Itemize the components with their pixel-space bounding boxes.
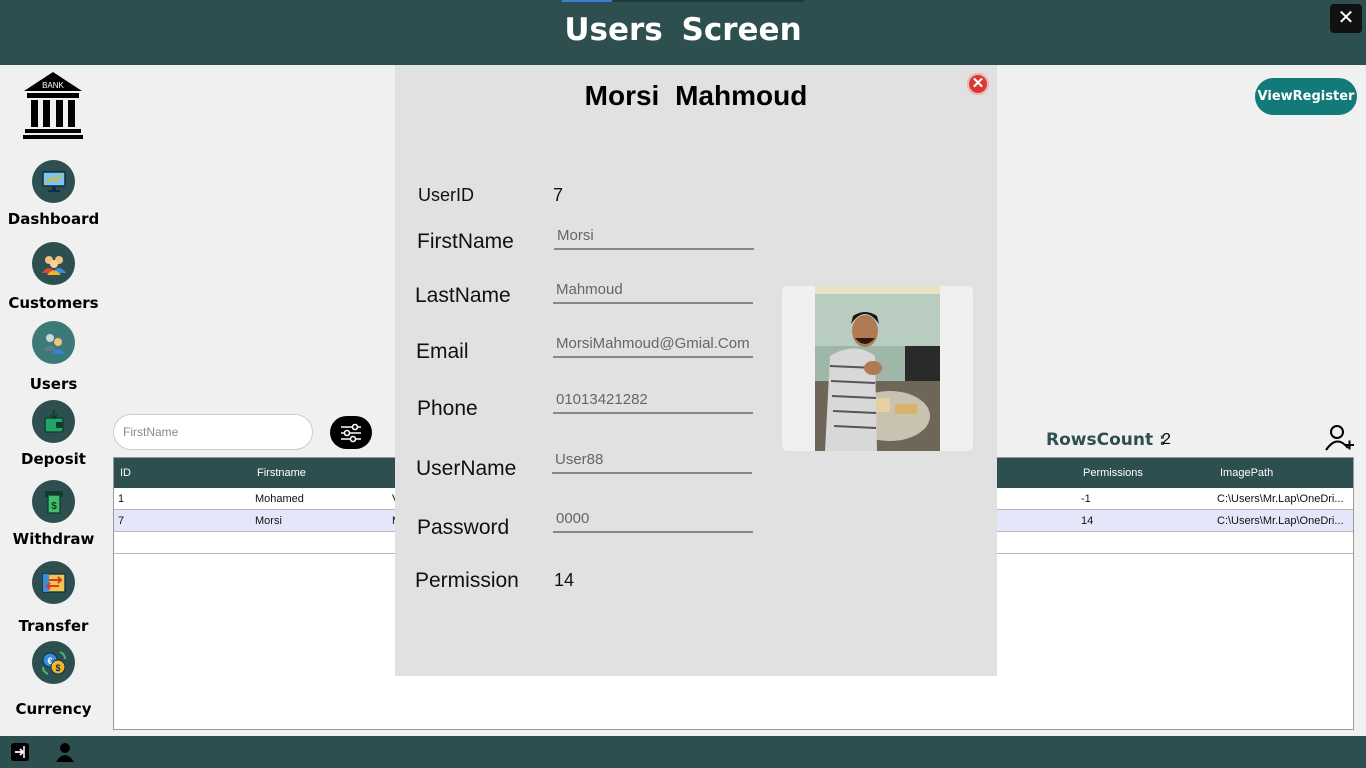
column-header-firstname[interactable]: Firstname: [257, 467, 306, 479]
user-profile-icon[interactable]: [55, 742, 75, 762]
svg-text:$: $: [55, 663, 60, 673]
sidebar-item-deposit[interactable]: Deposit: [0, 400, 107, 470]
bank-logo-text: BANK: [42, 81, 64, 90]
cell-firstname: Morsi: [255, 515, 282, 527]
username-label: UserName: [416, 457, 517, 480]
withdraw-atm-icon: $: [32, 480, 75, 523]
sidebar-item-customers[interactable]: Customers: [0, 242, 107, 312]
view-register-button[interactable]: ViewRegister: [1255, 78, 1357, 115]
email-field[interactable]: [553, 330, 753, 358]
sidebar-item-currency[interactable]: € $ Currency: [0, 641, 107, 718]
user-details-modal: Morsi Mahmoud ✕ UserID 7 FirstName LastN…: [395, 65, 997, 676]
rows-count-value: 2: [1162, 431, 1171, 448]
password-field[interactable]: [553, 505, 753, 533]
lastname-label: LastName: [415, 284, 511, 307]
cell-firstname: Mohamed: [255, 493, 304, 505]
customers-group-icon: [32, 242, 75, 285]
sidebar-item-label: Deposit: [21, 450, 86, 468]
column-header-id[interactable]: ID: [120, 467, 131, 479]
username-field[interactable]: [552, 446, 752, 474]
lastname-field[interactable]: [553, 276, 753, 304]
header-tab-indicator: [562, 0, 612, 2]
add-user-icon[interactable]: [1325, 424, 1355, 452]
phone-label: Phone: [417, 397, 478, 420]
cell-permissions: -1: [1081, 493, 1091, 505]
logout-icon[interactable]: [10, 742, 30, 762]
cell-imagepath: C:\Users\Mr.Lap\OneDri...: [1217, 515, 1344, 527]
dashboard-monitor-icon: [32, 160, 75, 203]
cell-id: 7: [118, 515, 125, 527]
cell-permissions: 14: [1081, 515, 1094, 527]
sidebar-item-withdraw[interactable]: $ Withdraw: [0, 480, 107, 550]
password-label: Password: [417, 516, 510, 539]
sidebar-item-users[interactable]: Users: [0, 321, 107, 393]
cell-imagepath: C:\Users\Mr.Lap\OneDri...: [1217, 493, 1344, 505]
permission-value: 14: [554, 570, 575, 590]
column-header-imagepath[interactable]: ImagePath: [1220, 467, 1273, 479]
users-icon: [32, 321, 75, 364]
sliders-icon: [341, 423, 361, 442]
phone-field[interactable]: [553, 386, 753, 414]
window-title: Users Screen: [564, 12, 802, 48]
user-photo: [815, 286, 940, 451]
sidebar-item-label: Withdraw: [12, 530, 95, 548]
modal-close-button[interactable]: ✕: [967, 73, 989, 95]
window-close-button[interactable]: ✕: [1330, 4, 1362, 33]
userid-label: UserID: [418, 185, 475, 205]
sidebar-item-dashboard[interactable]: Dashboard: [0, 160, 107, 230]
sidebar: BANK Dashboard Customers Users Deposit $…: [0, 65, 107, 736]
deposit-wallet-icon: [32, 400, 75, 443]
modal-title: Morsi Mahmoud: [584, 80, 808, 111]
sidebar-item-label: Customers: [8, 294, 99, 312]
rows-count-label: RowsCount :: [1046, 430, 1166, 450]
search-firstname-input[interactable]: [113, 414, 313, 450]
sidebar-item-label: Transfer: [18, 617, 89, 635]
currency-exchange-icon: € $: [32, 641, 75, 684]
sidebar-item-transfer[interactable]: Transfer: [0, 561, 107, 635]
filter-button[interactable]: [330, 416, 372, 449]
transfer-arrows-icon: [32, 561, 75, 604]
userid-value: 7: [553, 185, 564, 205]
sidebar-item-label: Currency: [15, 700, 92, 718]
svg-text:$: $: [51, 501, 57, 512]
status-bar: [0, 736, 1366, 768]
sidebar-item-label: Users: [29, 375, 78, 393]
email-label: Email: [416, 340, 469, 363]
sidebar-item-label: Dashboard: [7, 210, 100, 228]
column-header-permissions[interactable]: Permissions: [1083, 467, 1143, 479]
firstname-label: FirstName: [417, 230, 514, 253]
bank-logo-icon: BANK: [23, 72, 83, 139]
permission-label: Permission: [415, 569, 519, 592]
title-bar: Users Screen ✕: [0, 0, 1366, 65]
firstname-field[interactable]: [554, 222, 754, 250]
cell-id: 1: [118, 493, 125, 505]
